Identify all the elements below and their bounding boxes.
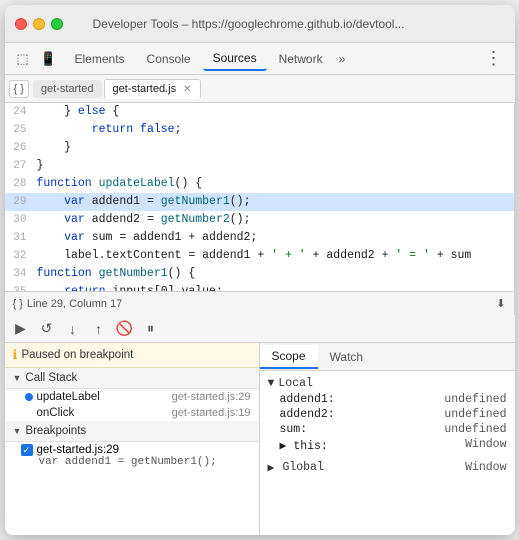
devtools-window: Developer Tools – https://googlechrome.g… [5,5,515,535]
scope-val: undefined [444,393,506,406]
device-icon[interactable]: 📱 [39,49,59,69]
tab-sources[interactable]: Sources [203,47,267,71]
global-scope-val: Window [465,461,506,474]
breakpoint-banner: ℹ Paused on breakpoint [5,343,259,368]
scope-item-addend2: addend2: undefined [260,407,515,422]
debug-right-panel: Scope Watch ▼ Local addend1: undefined a… [260,343,515,535]
tab-watch[interactable]: Watch [318,346,376,368]
file-tab-get-started-js[interactable]: get-started.js ✕ [104,79,201,99]
code-line-34: 34 function getNumber1() { [5,265,514,283]
frame-name: updateLabel [37,391,172,403]
scope-key: sum: [280,423,308,436]
minimize-button[interactable] [33,18,45,30]
window-title: Developer Tools – https://googlechrome.g… [73,17,425,31]
title-bar: Developer Tools – https://googlechrome.g… [5,5,515,43]
scope-item-this: ▶ this: Window [260,437,515,454]
tab-console[interactable]: Console [137,48,201,70]
scope-key: ▶ this: [280,438,328,453]
call-stack-label: Call Stack [25,372,77,384]
traffic-lights [15,18,63,30]
code-line-28: 28 function updateLabel() { [5,175,514,193]
tab-scope[interactable]: Scope [260,345,318,369]
breakpoint-item-1[interactable]: ✓ get-started.js:29 var addend1 = getNum… [5,442,259,470]
scope-key: addend1: [280,393,335,406]
frame-name-2: onClick [25,407,172,419]
call-stack-header[interactable]: ▼ Call Stack [5,368,259,389]
frame-location: get-started.js:29 [172,391,251,403]
maximize-button[interactable] [51,18,63,30]
call-stack-item-onclick[interactable]: onClick get-started.js:19 [5,405,259,421]
breakpoint-location: get-started.js:29 [37,444,119,456]
breakpoint-code: var addend1 = getNumber1(); [21,456,251,468]
scope-item-addend1: addend1: undefined [260,392,515,407]
local-triangle-icon: ▼ [268,377,275,390]
debug-left-panel: ℹ Paused on breakpoint ▼ Call Stack upda… [5,343,260,535]
breakpoints-label: Breakpoints [25,425,86,437]
breakpoint-checkbox[interactable]: ✓ [21,444,33,456]
scope-tabs: Scope Watch [260,343,515,371]
step-out-button[interactable]: ↑ [89,319,109,339]
code-content[interactable]: 24 } else { 25 return false; 26 } 27 } [5,103,514,291]
file-tab-get-started[interactable]: get-started [33,80,102,98]
call-stack-item-updatelabel[interactable]: updateLabel get-started.js:29 [5,389,259,405]
tab-elements[interactable]: Elements [65,48,135,70]
scope-content: ▼ Local addend1: undefined addend2: unde… [260,371,515,535]
breakpoints-triangle-icon: ▼ [13,426,22,436]
frame-location-2: get-started.js:19 [172,407,251,419]
debug-toolbar: ▶ ↺ ↓ ↑ 🚫 ⏸ [5,315,515,343]
close-button[interactable] [15,18,27,30]
bottom-panel: ▶ ↺ ↓ ↑ 🚫 ⏸ ℹ Paused on breakpoint ▼ Cal… [5,315,515,535]
resume-button[interactable]: ▶ [11,319,31,339]
active-frame-dot [25,393,33,401]
code-editor: 24 } else { 25 return false; 26 } 27 } [5,103,515,315]
code-line-25: 25 return false; [5,121,514,139]
code-line-24: 24 } else { [5,103,514,121]
file-tabs: { } get-started get-started.js ✕ [5,75,515,103]
cursor-position: Line 29, Column 17 [27,298,122,310]
step-into-button[interactable]: ↓ [63,319,83,339]
scroll-icon: ⬇ [496,297,505,310]
tab-network[interactable]: Network [269,48,333,70]
editor-status-bar: { } Line 29, Column 17 ⬇ [5,291,514,315]
status-braces-icon: { } [13,298,23,310]
global-scope-label: Global [278,461,461,474]
close-tab-icon[interactable]: ✕ [183,84,191,95]
main-area: 24 } else { 25 return false; 26 } 27 } [5,103,515,315]
scope-val: undefined [444,408,506,421]
code-line-35: 35 return inputs[0].value; [5,283,514,291]
local-scope-header[interactable]: ▼ Local [260,375,515,392]
deactivate-button[interactable]: 🚫 [115,319,135,339]
breakpoints-header[interactable]: ▼ Breakpoints [5,421,259,442]
file-tab-toggle[interactable]: { } [9,80,29,98]
info-icon: ℹ [13,347,18,363]
breakpoint-message: Paused on breakpoint [21,349,133,361]
scope-item-sum: sum: undefined [260,422,515,437]
global-triangle-icon: ▶ [268,460,275,475]
scope-val: undefined [444,423,506,436]
more-tabs[interactable]: » [335,48,350,70]
cursor-icon[interactable]: ⬚ [13,49,33,69]
callstack-triangle-icon: ▼ [13,373,22,383]
local-scope-label: Local [278,377,313,390]
code-line-27: 27 } [5,157,514,175]
menu-button[interactable]: ⋮ [481,48,507,69]
code-line-29: 29 var addend1 = getNumber1(); [5,193,514,211]
step-over-button[interactable]: ↺ [37,319,57,339]
pause-button[interactable]: ⏸ [141,319,161,339]
scope-key: addend2: [280,408,335,421]
scope-val: Window [465,438,506,453]
code-line-30: 30 var addend2 = getNumber2(); [5,211,514,229]
code-line-26: 26 } [5,139,514,157]
code-line-32: 32 label.textContent = addend1 + ' + ' +… [5,247,514,265]
global-scope-header[interactable]: ▶ Global Window [260,458,515,477]
bottom-content: ℹ Paused on breakpoint ▼ Call Stack upda… [5,343,515,535]
code-line-31: 31 var sum = addend1 + addend2; [5,229,514,247]
nav-bar: ⬚ 📱 Elements Console Sources Network » ⋮ [5,43,515,75]
